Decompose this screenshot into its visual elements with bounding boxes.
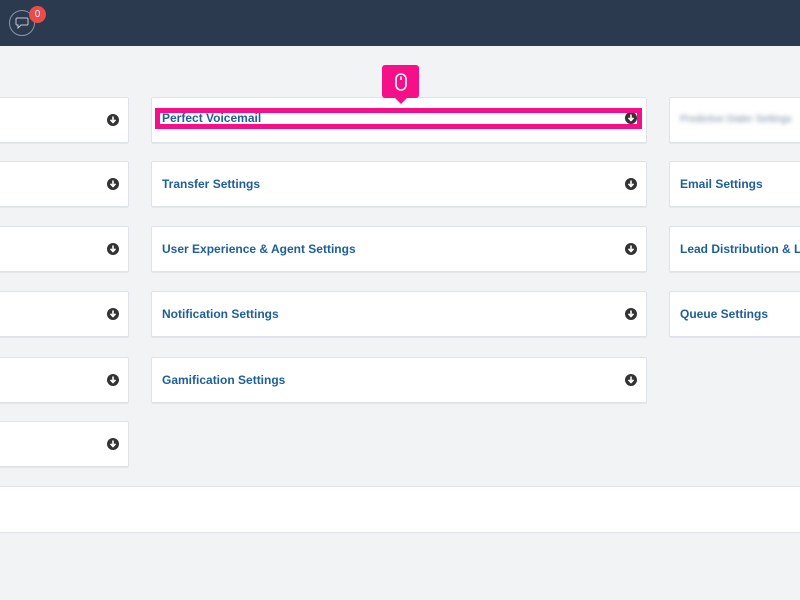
settings-card-label: User Experience & Agent Settings [162,242,356,256]
circle-arrow-down-icon [107,308,119,320]
circle-arrow-down-icon [107,438,119,450]
settings-card-label: Perfect Voicemail [162,111,262,125]
settings-card-left-1[interactable] [0,97,129,143]
settings-card-notification-settings[interactable]: Notification Settings [151,291,647,337]
click-marker [382,65,419,104]
settings-card-left-4[interactable] [0,291,129,337]
circle-arrow-down-icon [625,308,637,320]
settings-card-left-3[interactable] [0,226,129,272]
notification-count-badge: 0 [29,6,46,23]
settings-card-label: Email Settings [680,177,763,191]
settings-card-lead-distribution[interactable]: Lead Distribution & Lead [669,226,800,272]
settings-card-queue-settings[interactable]: Queue Settings [669,291,800,337]
settings-card-right-1[interactable]: Predictive Dialer Settings [669,97,800,143]
top-navigation-bar: 0 [0,0,800,46]
circle-arrow-down-icon [107,178,119,190]
settings-card-left-6[interactable] [0,421,129,467]
settings-card-left-5[interactable] [0,357,129,403]
mouse-click-icon [394,72,407,91]
settings-card-user-experience[interactable]: User Experience & Agent Settings [151,226,647,272]
settings-card-email-settings[interactable]: Email Settings [669,161,800,207]
circle-arrow-down-icon [107,243,119,255]
settings-card-label: Queue Settings [680,307,769,321]
circle-arrow-down-icon [107,374,119,386]
settings-card-transfer-settings[interactable]: Transfer Settings [151,161,647,207]
bottom-panel [0,486,800,533]
settings-card-label: Lead Distribution & Lead [680,242,800,256]
circle-arrow-down-icon [625,178,637,190]
settings-card-gamification-settings[interactable]: Gamification Settings [151,357,647,403]
settings-card-label: Notification Settings [162,307,279,321]
settings-card-label: Predictive Dialer Settings [680,114,792,125]
circle-arrow-down-icon [625,112,637,124]
circle-arrow-down-icon [107,114,119,126]
settings-card-label: Transfer Settings [162,177,261,191]
chat-bubble-icon [15,17,29,29]
settings-card-left-2[interactable] [0,161,129,207]
settings-card-label: Gamification Settings [162,373,286,387]
circle-arrow-down-icon [625,243,637,255]
circle-arrow-down-icon [625,374,637,386]
